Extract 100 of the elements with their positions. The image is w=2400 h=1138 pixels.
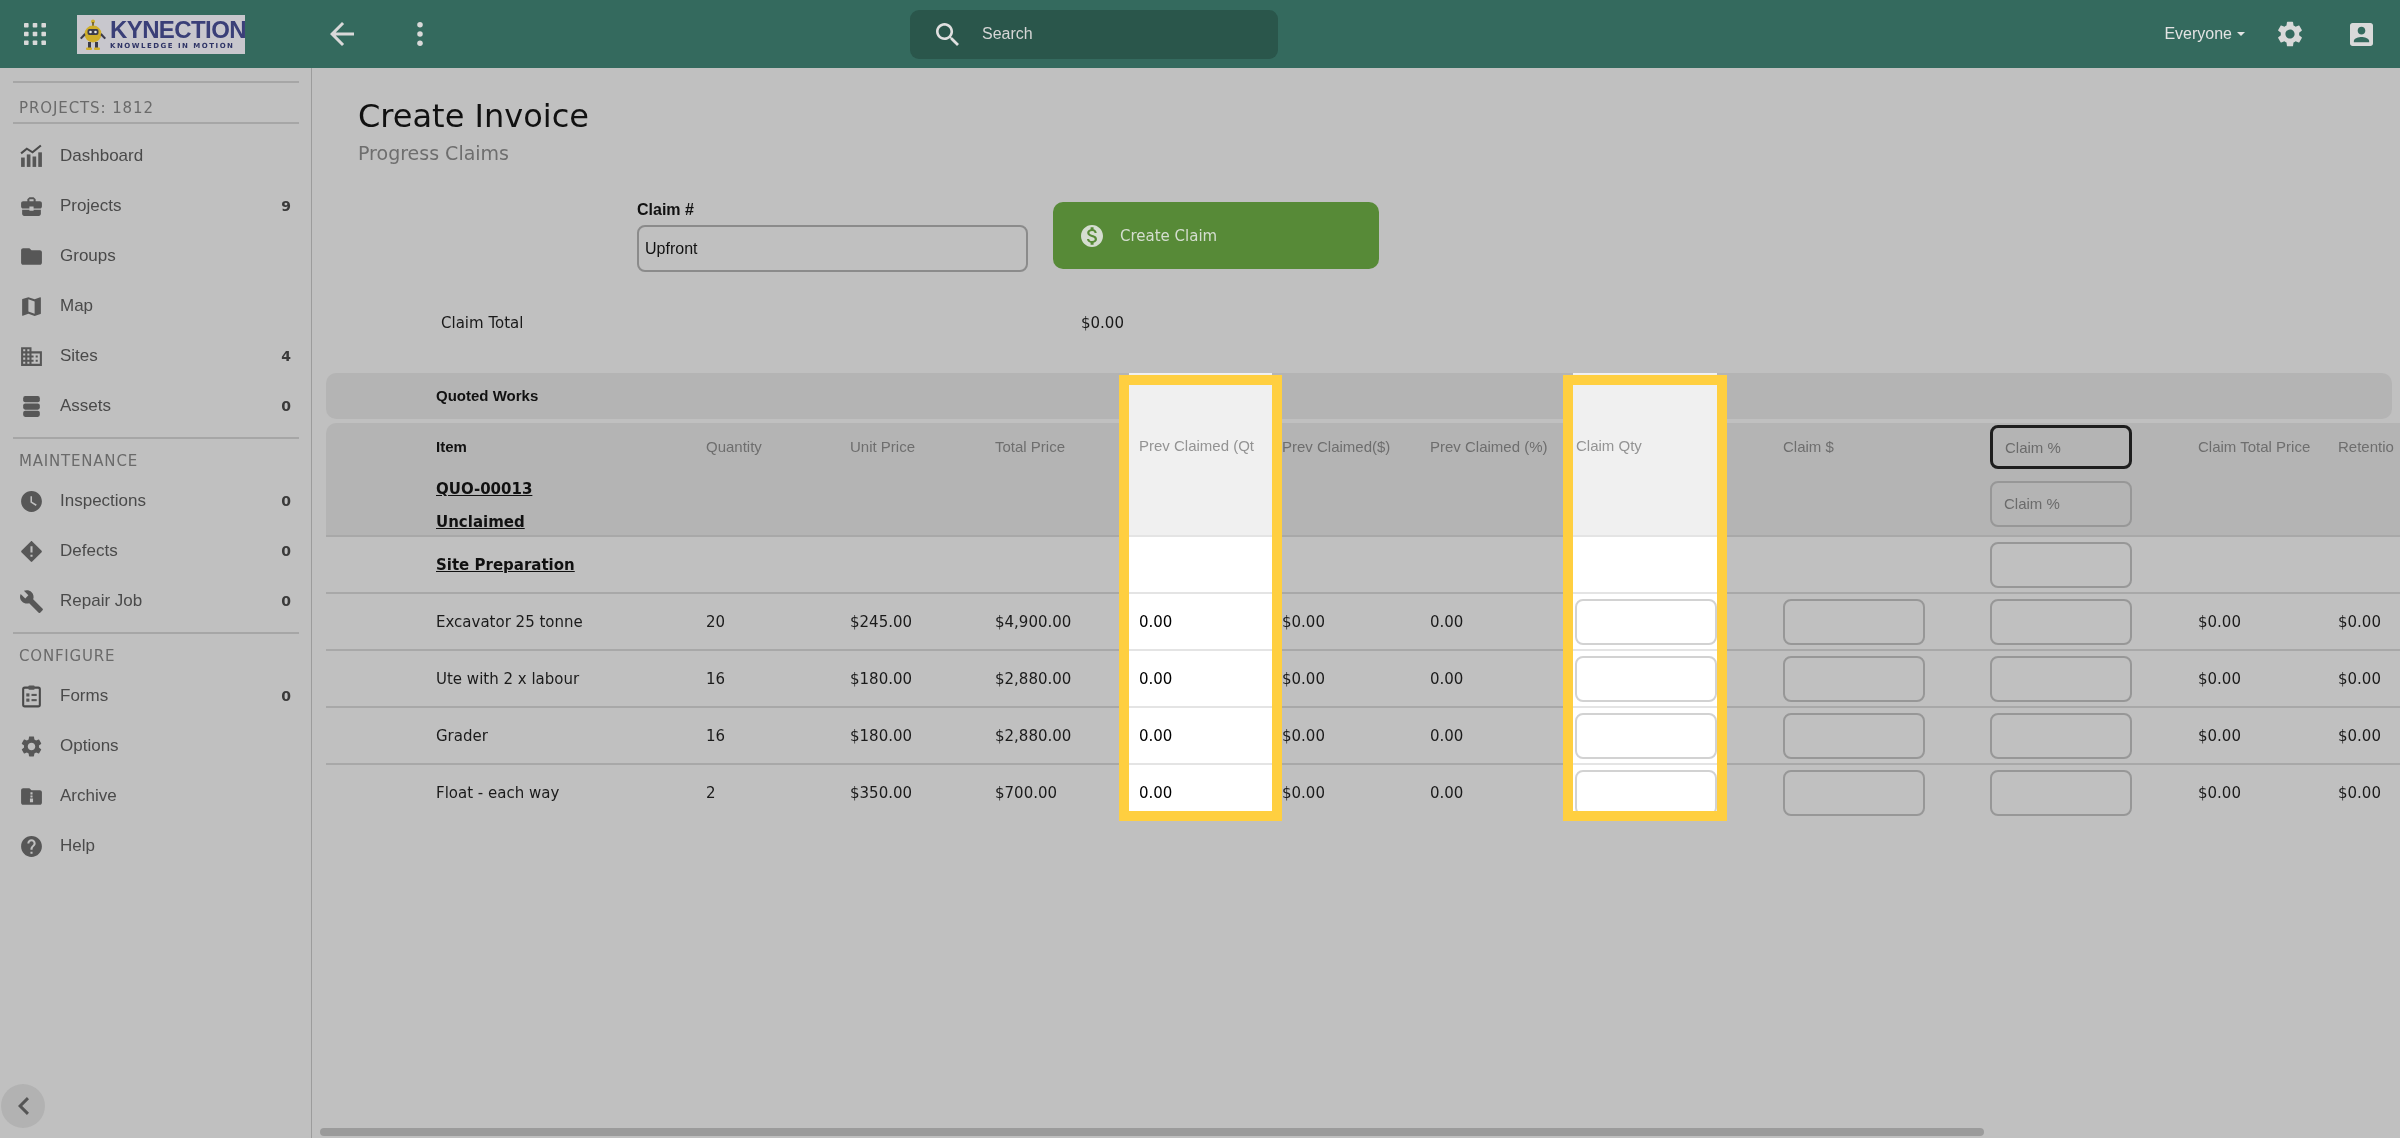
- table-cell: $0.00: [2338, 726, 2381, 745]
- table-cell: 0.00: [1129, 649, 1272, 707]
- input-field[interactable]: [1783, 598, 1925, 645]
- table-cell: $700.00: [995, 783, 1058, 802]
- audience-menu[interactable]: Everyone: [2164, 25, 2245, 43]
- clock-icon: [19, 488, 44, 514]
- table-cell: 0.00: [1129, 706, 1272, 764]
- chevron-left-icon: [17, 1097, 29, 1115]
- search-field[interactable]: Search: [910, 9, 1278, 59]
- sidebar-item[interactable]: Archive: [13, 771, 299, 821]
- sidebar-item[interactable]: Inspections 0: [13, 476, 299, 526]
- settings-icon[interactable]: [2278, 21, 2302, 47]
- scrollbar-thumb[interactable]: [320, 1128, 1984, 1136]
- table-cell: Float - each way: [436, 783, 560, 802]
- input-field[interactable]: [1783, 769, 1925, 816]
- back-arrow-icon[interactable]: [330, 22, 354, 46]
- table-cell: Excavator 25 tonne: [436, 612, 583, 631]
- warning-diamond-icon: [19, 538, 44, 564]
- table-cell: 0.00: [1430, 783, 1464, 802]
- clipboard-icon: [19, 683, 44, 709]
- section-heading: MAINTENANCE: [18, 451, 139, 472]
- caret-down-icon: [2237, 32, 2245, 36]
- column-header: Prev Claimed($): [1282, 438, 1391, 456]
- input-field[interactable]: [1990, 769, 2132, 816]
- input-field[interactable]: [1783, 712, 1925, 759]
- page-title: Create Invoice: [358, 97, 589, 135]
- item-count: 0: [281, 543, 291, 559]
- table-cell: $2,880.00: [995, 726, 1072, 745]
- column-header: Quantity: [706, 438, 762, 456]
- apps-grid-icon[interactable]: [24, 23, 46, 45]
- table-cell: 0.00: [1430, 669, 1464, 688]
- account-icon[interactable]: [2350, 22, 2373, 46]
- sidebar-item[interactable]: Forms 0: [13, 671, 299, 721]
- input-field[interactable]: [1990, 541, 2132, 588]
- page-subtitle: Progress Claims: [358, 141, 509, 165]
- bar-chart-icon: [19, 143, 44, 169]
- sidebar-item[interactable]: Options: [13, 721, 299, 771]
- claim-number-field[interactable]: Upfront: [637, 225, 1028, 272]
- section-heading: CONFIGURE: [18, 646, 117, 667]
- column-header: Item: [436, 438, 467, 456]
- sidebar-item[interactable]: Projects 9: [13, 181, 299, 231]
- sidebar-heading: PROJECTS: 1812: [13, 81, 299, 124]
- sidebar-item[interactable]: Dashboard: [13, 131, 299, 181]
- item-count: 0: [281, 398, 291, 414]
- sidebar-item[interactable]: Defects 0: [13, 526, 299, 576]
- item-count: 4: [281, 348, 291, 364]
- column-header: Claim Qty: [1573, 373, 1717, 536]
- input-field[interactable]: [1990, 598, 2132, 645]
- more-options-icon[interactable]: [417, 22, 423, 46]
- input-field[interactable]: Claim %: [1990, 425, 2132, 469]
- robot-mascot-icon: [79, 18, 107, 50]
- claim-total-value: $0.00: [1081, 313, 1124, 333]
- column-header: Total Price: [995, 438, 1066, 456]
- table-cell: 0.00: [1430, 726, 1464, 745]
- input-field[interactable]: [1783, 655, 1925, 702]
- status-label: Unclaimed: [436, 512, 525, 531]
- wrench-icon: [19, 588, 44, 614]
- item-count: 0: [281, 688, 291, 704]
- logo-wordmark: KYNECTION: [110, 17, 246, 42]
- section-heading: Site Preparation: [436, 555, 575, 574]
- input-field[interactable]: Claim %: [1990, 480, 2132, 527]
- input-field[interactable]: [1990, 712, 2132, 759]
- group-title: Quoted Works: [436, 387, 539, 405]
- table-cell: Ute with 2 x labour: [436, 669, 580, 688]
- table-cell: 20: [706, 612, 726, 631]
- quote-link[interactable]: QUO-00013: [436, 480, 533, 498]
- table-cell: $4,900.00: [995, 612, 1072, 631]
- column-header: Retentio: [2338, 438, 2394, 456]
- column-header: Prev Claimed (Qt: [1129, 373, 1272, 536]
- table-cell: $0.00: [2198, 669, 2241, 688]
- claim-total-label: Claim Total: [441, 313, 525, 333]
- column-header: Claim $: [1783, 438, 1834, 456]
- table-cell: $0.00: [1282, 726, 1325, 745]
- table-cell: $0.00: [2338, 783, 2381, 802]
- table-cell: $245.00: [850, 612, 913, 631]
- table-cell: $0.00: [1282, 783, 1325, 802]
- sidebar-item[interactable]: Assets 0: [13, 381, 299, 431]
- table-cell: $180.00: [850, 669, 913, 688]
- item-count: 9: [281, 198, 291, 214]
- column-header: Prev Claimed (%): [1430, 438, 1548, 456]
- item-count: 0: [281, 493, 291, 509]
- item-count: 0: [281, 593, 291, 609]
- table-cell: $0.00: [2198, 612, 2241, 631]
- table-cell: $2,880.00: [995, 669, 1072, 688]
- table-cell: 2: [706, 783, 716, 802]
- field-label: Claim #: [637, 201, 694, 219]
- sidebar-item[interactable]: Groups: [13, 231, 299, 281]
- table-cell: $0.00: [2338, 669, 2381, 688]
- search-icon: [936, 22, 959, 46]
- sidebar-item[interactable]: Repair Job 0: [13, 576, 299, 626]
- sidebar-item[interactable]: Map: [13, 281, 299, 331]
- table-cell: 16: [706, 726, 726, 745]
- collapse-sidebar-button[interactable]: [1, 1084, 45, 1128]
- table-cell: $0.00: [2338, 612, 2381, 631]
- sidebar-item[interactable]: Sites 4: [13, 331, 299, 381]
- sidebar-item[interactable]: Help: [13, 821, 299, 871]
- input-field[interactable]: [1990, 655, 2132, 702]
- table-cell: 0.00: [1129, 592, 1272, 650]
- table-cell: $0.00: [1282, 669, 1325, 688]
- table-cell: $0.00: [2198, 726, 2241, 745]
